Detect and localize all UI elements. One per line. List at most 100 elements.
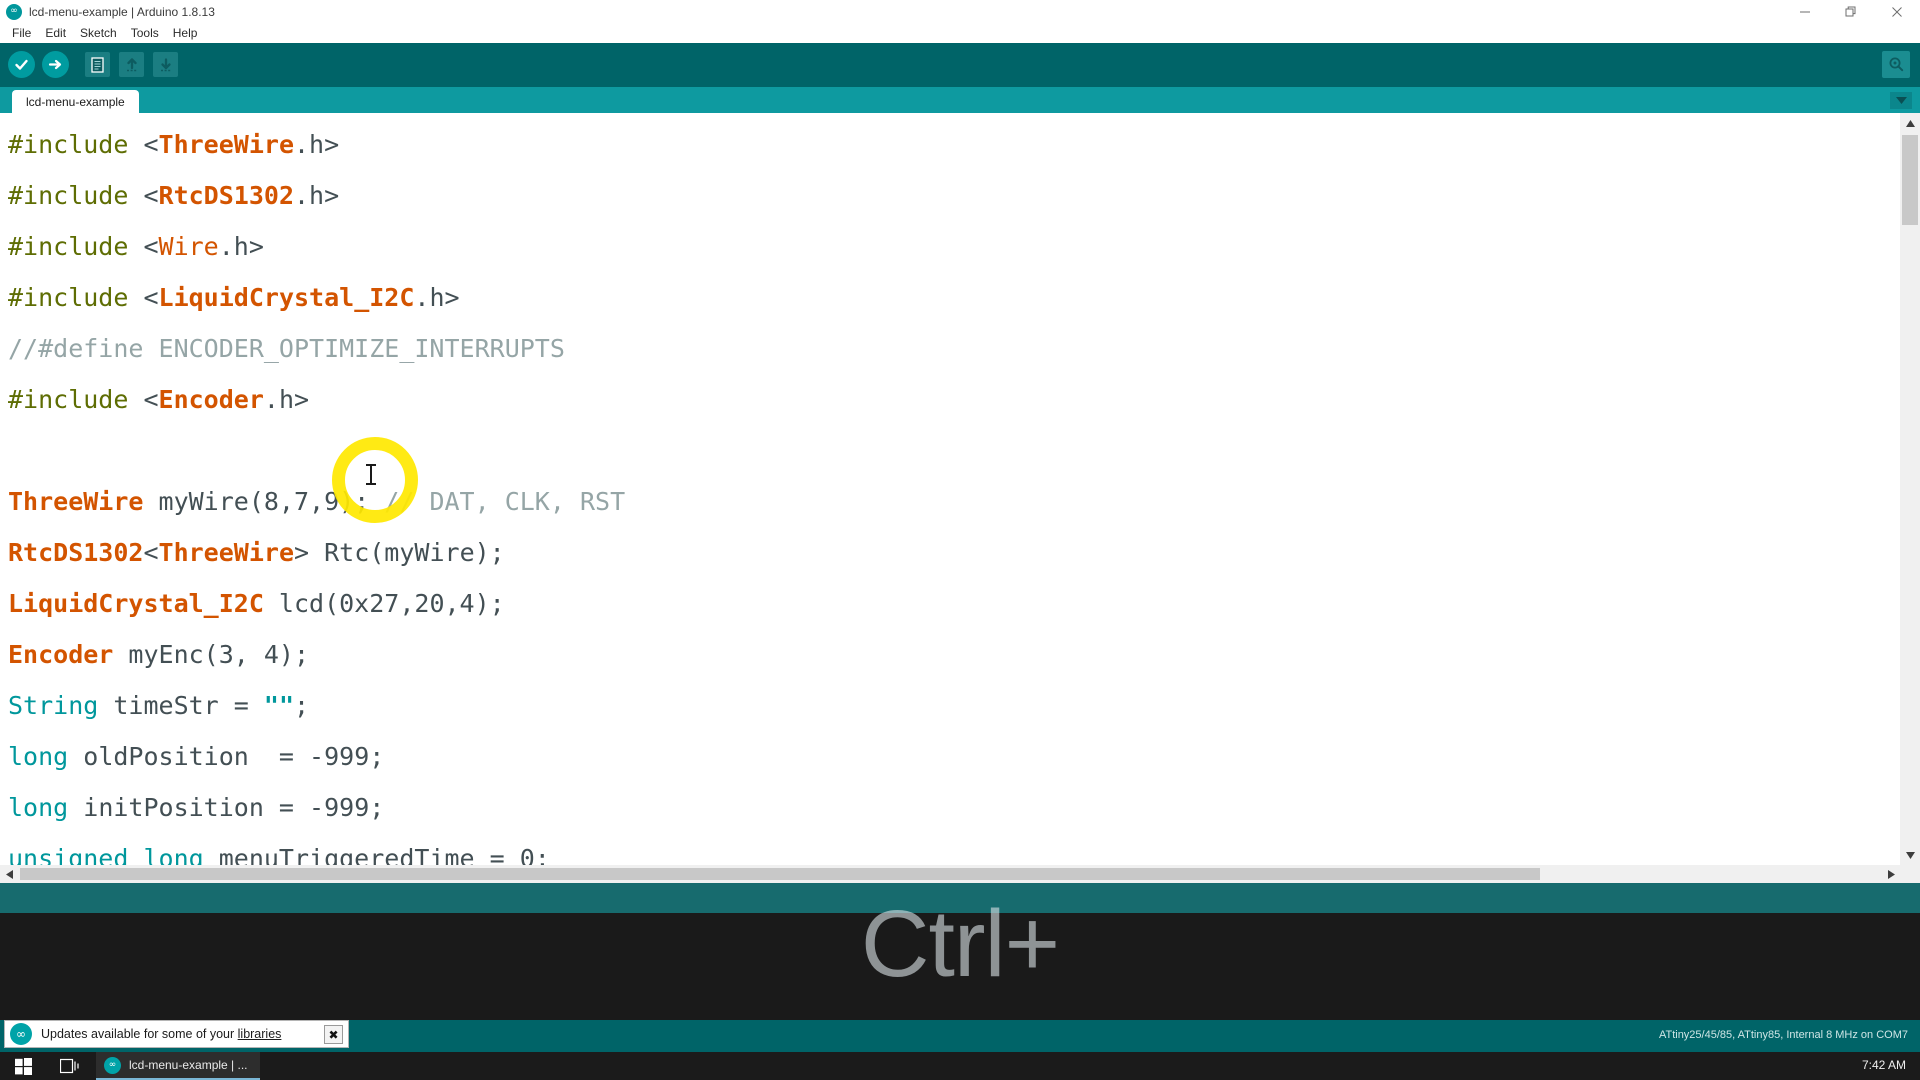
- serial-monitor-button[interactable]: [1882, 51, 1910, 78]
- libraries-link[interactable]: libraries: [238, 1027, 282, 1041]
- close-icon[interactable]: [1874, 0, 1920, 23]
- arduino-logo-icon: ∞: [10, 1023, 32, 1045]
- update-notification-toast[interactable]: ∞ Updates available for some of your lib…: [4, 1020, 349, 1048]
- scrollbar-corner: [1900, 865, 1920, 883]
- code-token: <: [143, 538, 159, 567]
- verify-button[interactable]: [6, 49, 37, 80]
- code-token: myEnc(3, 4);: [113, 640, 310, 669]
- code-token: .h>: [263, 385, 310, 414]
- window-title: lcd-menu-example | Arduino 1.8.13: [29, 4, 215, 19]
- arduino-logo-glyph: ∞: [108, 1060, 117, 1070]
- new-sketch-button[interactable]: [82, 49, 113, 80]
- code-token: lcd(0x27,20,4);: [263, 589, 505, 618]
- tab-label: lcd-menu-example: [26, 94, 125, 109]
- horizontal-scroll-thumb[interactable]: [20, 868, 1540, 880]
- editor-vertical-scrollbar[interactable]: [1900, 113, 1920, 865]
- console-output: [0, 913, 1920, 1020]
- scroll-left-arrow-icon[interactable]: [0, 865, 18, 883]
- board-status-label: ATtiny25/45/85, ATtiny85, Internal 8 MHz…: [1658, 1029, 1908, 1041]
- start-button[interactable]: [0, 1052, 46, 1080]
- scroll-down-arrow-icon[interactable]: [1900, 845, 1920, 865]
- windows-logo-icon: [14, 1057, 32, 1075]
- upload-arrow-icon: [42, 51, 69, 78]
- tab-bar: lcd-menu-example: [0, 87, 1920, 113]
- code-line: #include <ThreeWire.h>: [8, 119, 1900, 170]
- window-controls: [1782, 0, 1920, 23]
- code-line: #include <Wire.h>: [8, 221, 1900, 272]
- code-token: <: [143, 181, 159, 210]
- code-token: LiquidCrystal_I2C: [8, 589, 264, 618]
- taskbar-clock[interactable]: 7:42 AM: [1862, 1058, 1906, 1072]
- scroll-right-arrow-icon[interactable]: [1882, 865, 1900, 883]
- save-sketch-button[interactable]: [150, 49, 181, 80]
- code-token: #include: [8, 130, 144, 159]
- code-line: RtcDS1302<ThreeWire> Rtc(myWire);: [8, 527, 1900, 578]
- code-line: #include <Encoder.h>: [8, 374, 1900, 425]
- arduino-ide-window: ∞ lcd-menu-example | Arduino 1.8.13 File…: [0, 0, 1920, 1080]
- arduino-logo-glyph: ∞: [10, 6, 18, 16]
- code-token: .h>: [294, 130, 340, 159]
- code-token: unsigned long: [8, 844, 204, 865]
- menu-help[interactable]: Help: [166, 24, 205, 42]
- code-token: <: [143, 283, 159, 312]
- open-up-arrow-icon: [119, 52, 144, 77]
- code-token: .h>: [218, 232, 264, 261]
- restore-icon[interactable]: [1828, 0, 1874, 23]
- minimize-icon[interactable]: [1782, 0, 1828, 23]
- code-token: Encoder: [8, 640, 114, 669]
- code-token: #include: [8, 385, 144, 414]
- chevron-down-icon: [1895, 97, 1907, 104]
- vertical-scroll-thumb[interactable]: [1902, 135, 1918, 225]
- open-sketch-button[interactable]: [116, 49, 147, 80]
- toast-message: Updates available for some of your libra…: [41, 1027, 281, 1041]
- code-line: String timeStr = "";: [8, 680, 1900, 731]
- menu-sketch[interactable]: Sketch: [73, 24, 124, 42]
- code-token: #include: [8, 181, 144, 210]
- code-token: timeStr =: [98, 691, 264, 720]
- code-line: long initPosition = -999;: [8, 782, 1900, 833]
- menu-tools[interactable]: Tools: [124, 24, 166, 42]
- code-token: RtcDS1302: [8, 538, 144, 567]
- tab-lcd-menu-example[interactable]: lcd-menu-example: [12, 90, 139, 113]
- code-token: ;: [294, 691, 310, 720]
- code-line: Encoder myEnc(3, 4);: [8, 629, 1900, 680]
- code-token: LiquidCrystal_I2C: [158, 283, 415, 312]
- menu-edit[interactable]: Edit: [38, 24, 73, 42]
- code-token: menuTriggeredTime = 0;: [203, 844, 550, 865]
- toolbar-buttons: [6, 49, 181, 80]
- arduino-logo-icon: ∞: [104, 1056, 121, 1074]
- code-token: <: [143, 232, 159, 261]
- code-editor-area[interactable]: #include <ThreeWire.h> #include <RtcDS130…: [0, 113, 1920, 883]
- tab-menu-button[interactable]: [1890, 92, 1912, 109]
- code-token: oldPosition = -999;: [68, 742, 385, 771]
- task-view-button[interactable]: [46, 1052, 92, 1080]
- code-token: String: [8, 691, 99, 720]
- code-editor[interactable]: #include <ThreeWire.h> #include <RtcDS130…: [0, 113, 1900, 865]
- title-bar: ∞ lcd-menu-example | Arduino 1.8.13: [0, 0, 1920, 23]
- code-token: //#define ENCODER_OPTIMIZE_INTERRUPTS: [8, 334, 565, 363]
- menu-file[interactable]: File: [5, 24, 38, 42]
- editor-horizontal-scrollbar[interactable]: [0, 865, 1920, 883]
- task-view-icon: [59, 1058, 79, 1074]
- code-token: // DAT, CLK, RST: [384, 487, 626, 516]
- windows-taskbar: ∞ lcd-menu-example | ... 7:42 AM: [0, 1052, 1920, 1080]
- text-cursor-icon: [366, 464, 376, 485]
- verify-icon: [8, 51, 35, 78]
- upload-button[interactable]: [40, 49, 71, 80]
- code-token: RtcDS1302: [158, 181, 294, 210]
- taskbar-item-arduino[interactable]: ∞ lcd-menu-example | ...: [96, 1052, 260, 1080]
- code-token: long: [8, 742, 69, 771]
- toolbar: [0, 43, 1920, 87]
- code-token: ThreeWire: [158, 130, 294, 159]
- code-token: ThreeWire: [8, 487, 144, 516]
- code-token: > Rtc(myWire);: [294, 538, 505, 567]
- code-token: .h>: [414, 283, 460, 312]
- scroll-up-arrow-icon[interactable]: [1900, 113, 1920, 133]
- close-icon[interactable]: ✖: [324, 1025, 343, 1044]
- code-token: Encoder: [158, 385, 264, 414]
- save-down-arrow-icon: [153, 52, 178, 77]
- arduino-logo-glyph: ∞: [16, 1027, 26, 1041]
- code-line: ThreeWire myWire(8,7,9); // DAT, CLK, RS…: [8, 476, 1900, 527]
- code-token: "": [263, 691, 294, 720]
